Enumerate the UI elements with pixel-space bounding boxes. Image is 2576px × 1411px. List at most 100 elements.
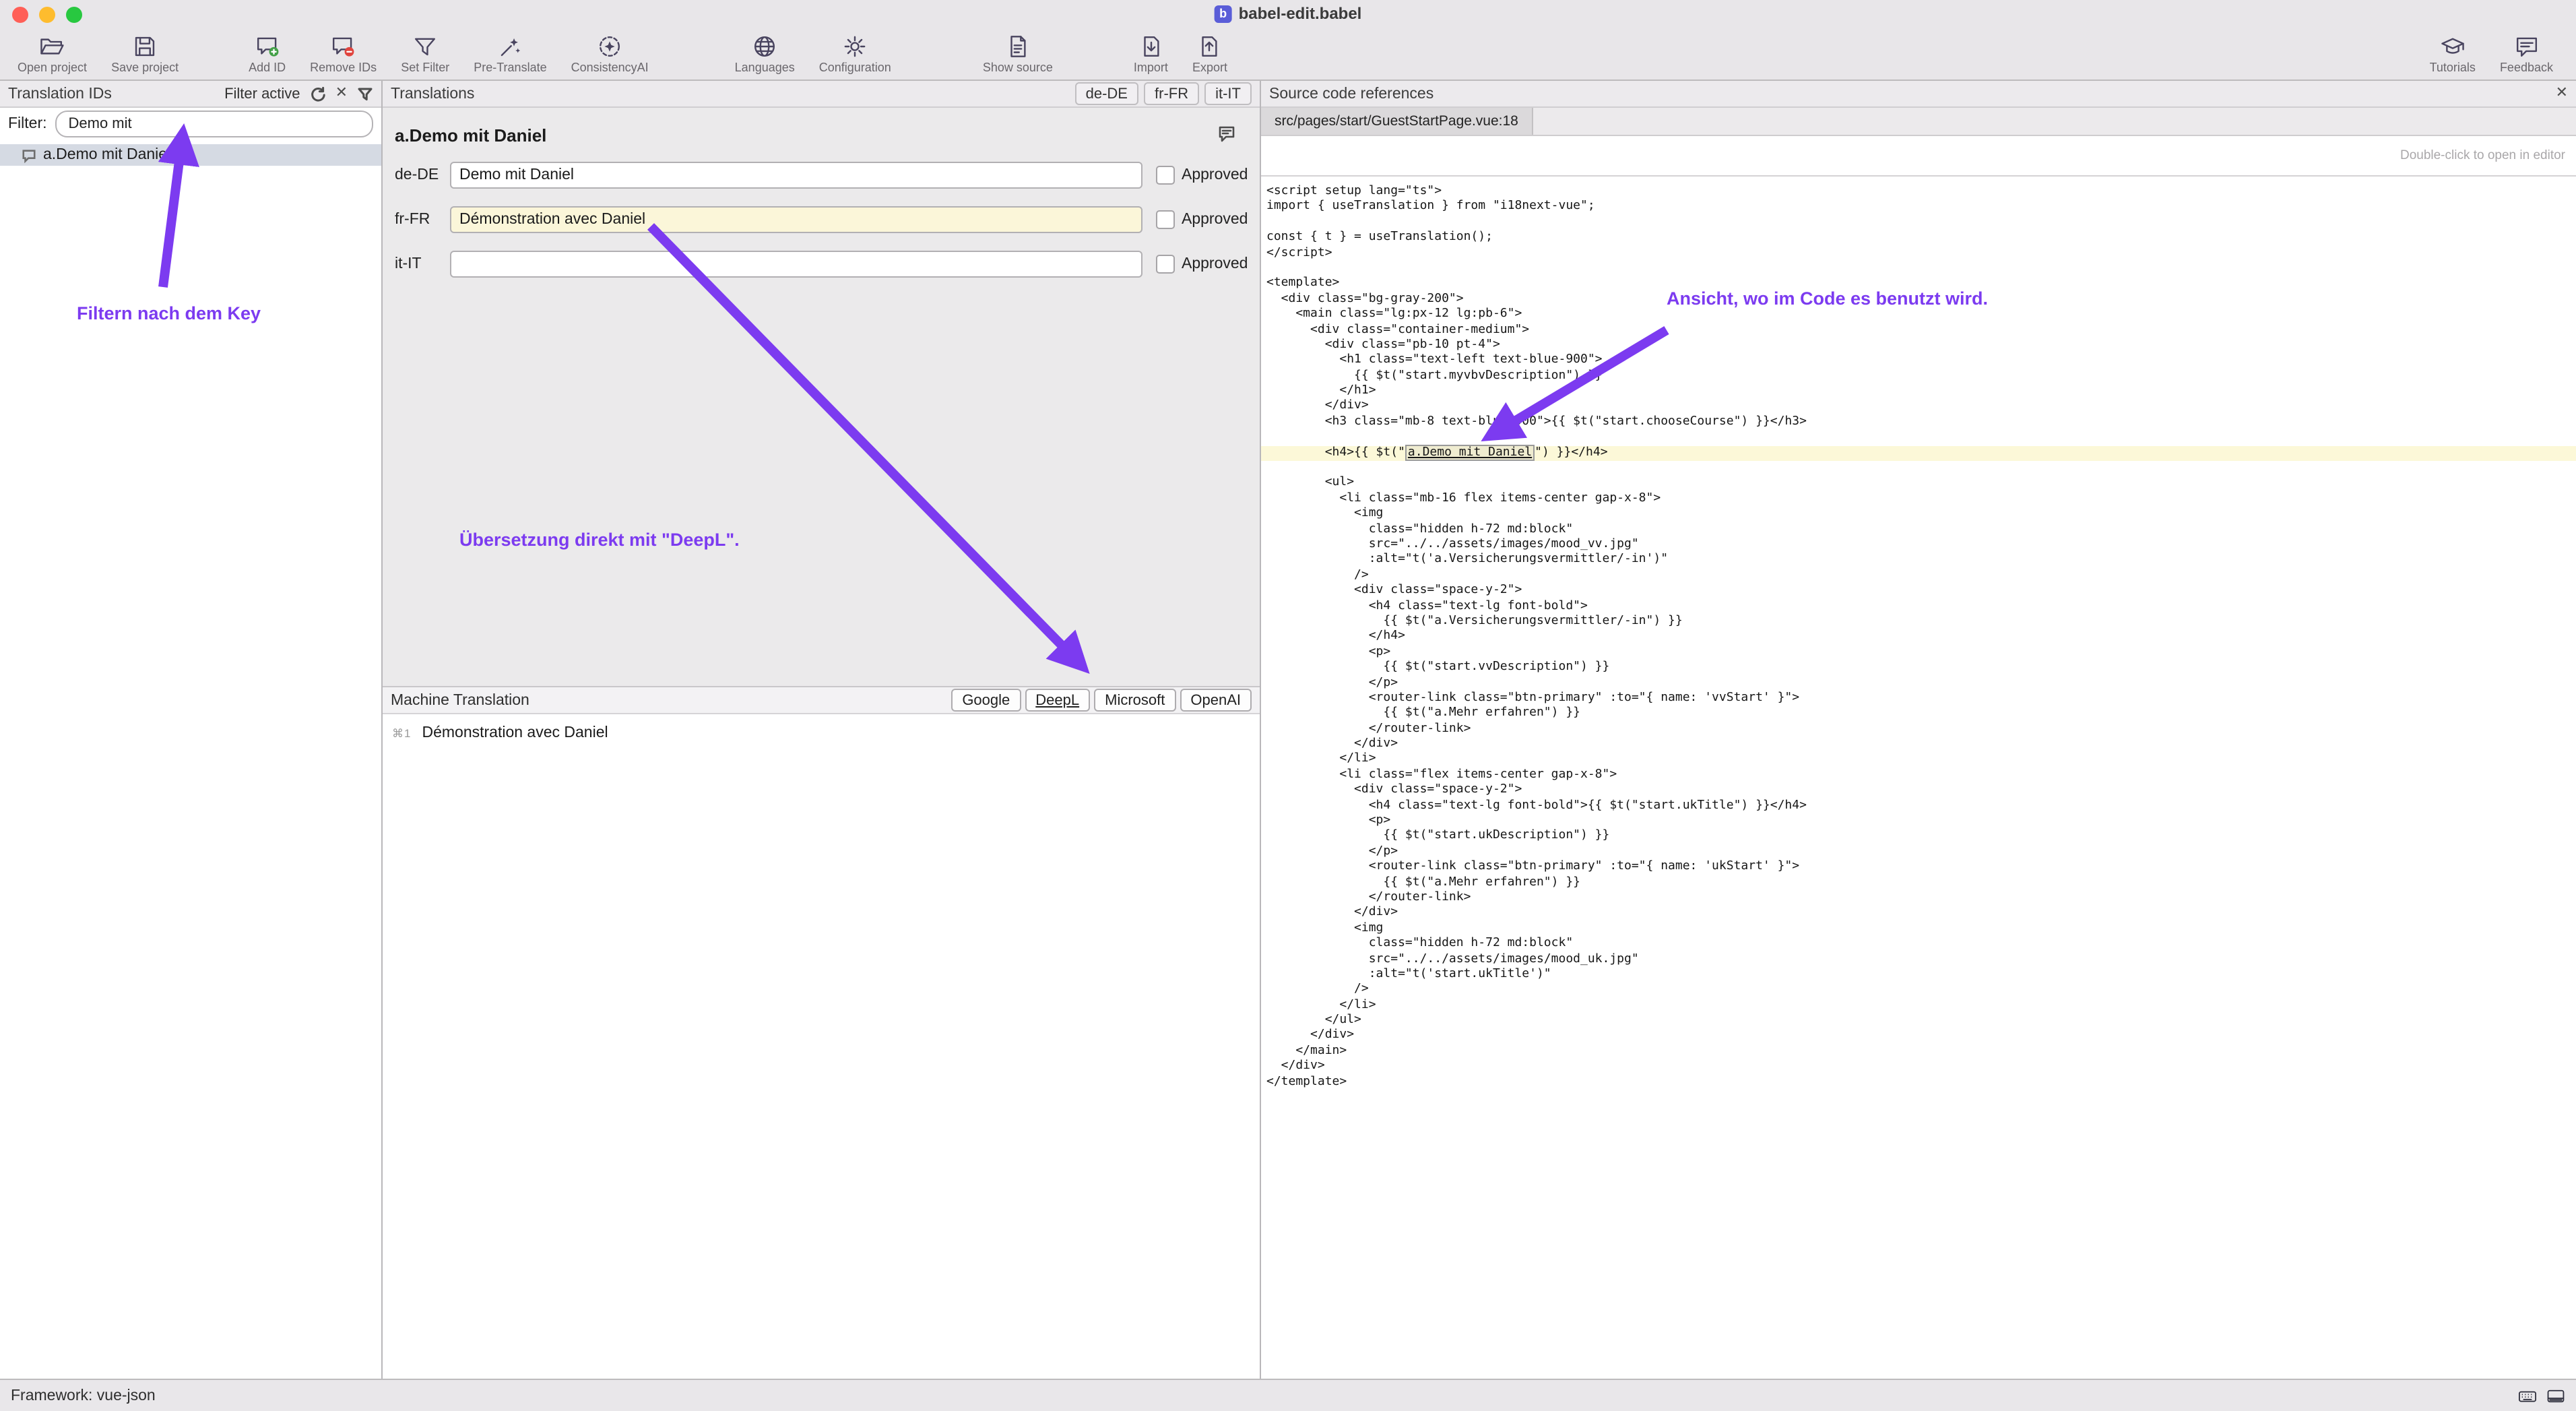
toolbar-label: Pre-Translate — [474, 61, 546, 74]
approved-checkbox-de-DE[interactable] — [1156, 166, 1175, 185]
translation-id-item-selected[interactable]: a.Demo mit Daniel — [0, 144, 381, 166]
approved-label: Approved — [1182, 256, 1248, 272]
mt-provider-deepl[interactable]: DeepL — [1025, 689, 1090, 712]
code-line: <img — [1266, 922, 2576, 937]
bottom-panel-toggle-icon[interactable] — [2546, 1386, 2565, 1405]
graduation-cap-icon — [2440, 32, 2466, 59]
import-button[interactable]: Import — [1122, 32, 1180, 74]
code-line: <li class="flex items-center gap-x-8"> — [1266, 768, 2576, 784]
clear-filter-icon[interactable]: ✕ — [335, 86, 348, 101]
configuration-button[interactable]: Configuration — [807, 32, 903, 74]
export-button[interactable]: Export — [1180, 32, 1239, 74]
code-line: src="../../assets/images/mood_vv.jpg" — [1266, 538, 2576, 553]
titlebar: b babel-edit.babel — [0, 0, 2576, 30]
mt-result-text[interactable]: Démonstration avec Daniel — [422, 725, 608, 741]
approved-checkbox-fr-FR[interactable] — [1156, 210, 1175, 229]
code-line: </div> — [1266, 906, 2576, 922]
translation-ids-panel: Translation IDs Filter active ✕ Filter: — [0, 81, 383, 1379]
traffic-lights — [12, 7, 82, 23]
mt-provider-microsoft[interactable]: Microsoft — [1094, 689, 1176, 712]
comment-note-icon[interactable] — [1218, 125, 1235, 147]
open-project-button[interactable]: Open project — [5, 32, 99, 74]
code-line — [1266, 431, 2576, 446]
pre-translate-button[interactable]: Pre-Translate — [461, 32, 558, 74]
save-project-button[interactable]: Save project — [99, 32, 191, 74]
feedback-button[interactable]: Feedback — [2488, 32, 2565, 74]
panel-title: Machine Translation — [391, 692, 529, 708]
mt-provider-openai[interactable]: OpenAI — [1180, 689, 1252, 712]
gear-icon — [842, 32, 868, 59]
code-line: :alt="t('start.ukTitle')" — [1266, 968, 2576, 983]
mt-provider-google[interactable]: Google — [951, 689, 1021, 712]
funnel-icon[interactable] — [357, 86, 373, 102]
toolbar-label: Show source — [983, 61, 1053, 74]
translation-input-de-DE[interactable] — [450, 162, 1142, 189]
magic-wand-icon — [497, 32, 523, 59]
machine-translation-header: Machine Translation Google DeepL Microso… — [383, 686, 1260, 714]
toolbar-label: ConsistencyAI — [571, 61, 649, 74]
editor-hint: Double-click to open in editor — [2400, 148, 2565, 163]
globe-icon — [752, 32, 777, 59]
add-id-button[interactable]: Add ID — [236, 32, 298, 74]
code-line: </p> — [1266, 845, 2576, 860]
save-icon — [132, 32, 158, 59]
close-panel-icon[interactable]: ✕ — [2556, 86, 2568, 101]
tab-de-DE[interactable]: de-DE — [1075, 82, 1138, 105]
mt-provider-bar: Google DeepL Microsoft OpenAI — [951, 689, 1252, 712]
set-filter-button[interactable]: Set Filter — [389, 32, 461, 74]
code-line: /> — [1266, 569, 2576, 584]
language-label: de-DE — [395, 167, 450, 183]
code-line — [1266, 261, 2576, 277]
code-line: <ul> — [1266, 476, 2576, 492]
code-line: {{ $t("a.Versicherungsvermittler/-in") }… — [1266, 615, 2576, 630]
languages-button[interactable]: Languages — [723, 32, 807, 74]
source-references-panel: Source code references ✕ src/pages/start… — [1261, 81, 2576, 1379]
toolbar-label: Tutorials — [2430, 61, 2476, 74]
approved-checkbox-it-IT[interactable] — [1156, 255, 1175, 274]
toolbar-label: Add ID — [249, 61, 286, 74]
tab-it-IT[interactable]: it-IT — [1204, 82, 1252, 105]
code-line: {{ $t("start.myvbvDescription") }} — [1266, 369, 2576, 384]
translation-id-label: a.Demo mit Daniel — [43, 147, 170, 163]
consistency-ai-button[interactable]: ConsistencyAI — [559, 32, 661, 74]
toolbar-label: Set Filter — [401, 61, 449, 74]
window-title: b babel-edit.babel — [1215, 4, 1362, 23]
code-line: </main> — [1266, 1044, 2576, 1060]
tutorials-button[interactable]: Tutorials — [2418, 32, 2488, 74]
highlighted-translation-key[interactable]: a.Demo mit Daniel — [1405, 444, 1535, 460]
code-line: /> — [1266, 983, 2576, 999]
code-line: <div class="pb-10 pt-4"> — [1266, 338, 2576, 354]
hint-row: Double-click to open in editor — [1261, 136, 2576, 177]
feedback-bubble-icon — [2513, 32, 2539, 59]
file-tab-bar: src/pages/start/GuestStartPage.vue:18 — [1261, 108, 2576, 136]
zoom-window-button[interactable] — [66, 7, 82, 23]
comment-bubble-icon — [22, 148, 36, 162]
toolbar-label: Languages — [735, 61, 795, 74]
code-line: </div> — [1266, 400, 2576, 415]
code-line: {{ $t("a.Mehr erfahren") }} — [1266, 707, 2576, 722]
keyboard-icon[interactable] — [2518, 1386, 2537, 1405]
code-line: {{ $t("start.ukDescription") }} — [1266, 829, 2576, 845]
refresh-icon[interactable] — [310, 86, 326, 102]
file-tab[interactable]: src/pages/start/GuestStartPage.vue:18 — [1261, 108, 1533, 135]
filter-row: Filter: — [0, 108, 381, 140]
import-icon — [1138, 32, 1163, 59]
translation-row-fr-FR: fr-FR Approved — [395, 205, 1246, 234]
window-title-text: babel-edit.babel — [1239, 4, 1362, 23]
minimize-window-button[interactable] — [39, 7, 55, 23]
toolbar-label: Import — [1134, 61, 1168, 74]
translation-input-fr-FR[interactable] — [450, 206, 1142, 233]
close-window-button[interactable] — [12, 7, 28, 23]
code-line: <div class="bg-gray-200"> — [1266, 292, 2576, 307]
translation-input-it-IT[interactable] — [450, 251, 1142, 278]
code-lines[interactable]: <script setup lang="ts">import { useTran… — [1261, 177, 2576, 1379]
filter-input[interactable] — [55, 111, 374, 137]
filter-active-label: Filter active — [224, 86, 300, 102]
tab-fr-FR[interactable]: fr-FR — [1144, 82, 1199, 105]
translation-row-de-DE: de-DE Approved — [395, 160, 1246, 190]
show-source-button[interactable]: Show source — [971, 32, 1065, 74]
remove-ids-button[interactable]: Remove IDs — [298, 32, 389, 74]
panel-title: Translation IDs — [8, 86, 112, 102]
language-label: it-IT — [395, 256, 450, 272]
toolbar-label: Configuration — [819, 61, 891, 74]
